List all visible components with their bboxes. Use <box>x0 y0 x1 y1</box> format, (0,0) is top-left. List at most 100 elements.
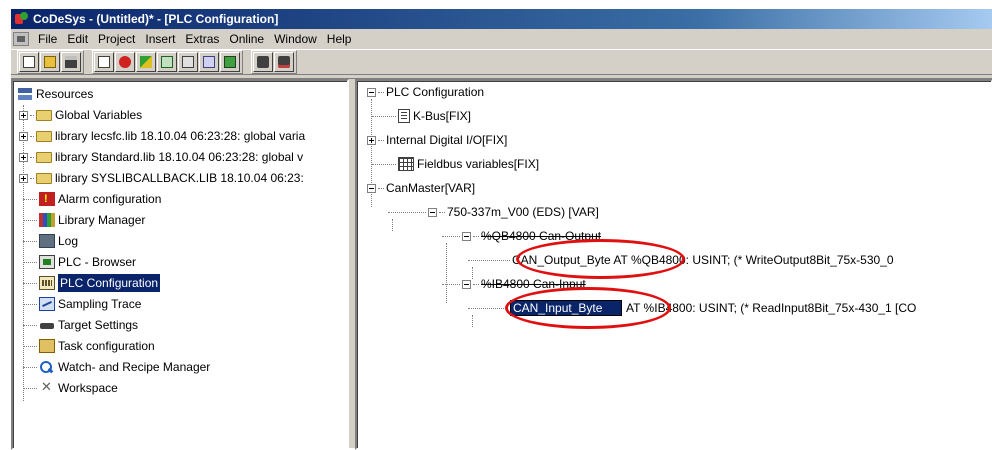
toolbar <box>11 49 992 75</box>
login-button[interactable] <box>136 52 156 72</box>
menu-file[interactable]: File <box>33 29 62 49</box>
open-button[interactable] <box>40 52 60 72</box>
logout-button[interactable] <box>157 52 177 72</box>
log-icon <box>39 234 55 248</box>
tree-item-library-syslibcallback[interactable]: library SYSLIBCALLBACK.LIB 18.10.04 06:2… <box>19 169 304 187</box>
tree-item-alarm-configuration[interactable]: Alarm configuration <box>23 190 161 208</box>
browser-icon <box>39 255 55 269</box>
plc-config-fieldbus-variables[interactable]: Fieldbus variables[FIX] <box>372 155 539 173</box>
find-button[interactable] <box>253 52 273 72</box>
tree-item-label: CanMaster[VAR] <box>386 181 476 195</box>
resources-pane[interactable]: Resources Global Variables library lecsf… <box>11 79 349 450</box>
expand-icon[interactable] <box>19 110 28 120</box>
menu-bar: File Edit Project Insert Extras Online W… <box>11 29 992 49</box>
tree-item-library-manager[interactable]: Library Manager <box>23 211 145 229</box>
plc-config-internal-io[interactable]: Internal Digital I/O[FIX] <box>367 131 507 149</box>
watch-icon <box>39 360 55 374</box>
search-toolbar-group <box>251 50 297 74</box>
plc-config-kbus[interactable]: K-Bus[FIX] <box>372 107 471 125</box>
new-button[interactable] <box>19 52 39 72</box>
menu-extras[interactable]: Extras <box>180 29 224 49</box>
tree-item-label: K-Bus[FIX] <box>413 109 472 123</box>
tree-item-library-standard[interactable]: library Standard.lib 18.10.04 06:23:28: … <box>19 148 303 166</box>
expand-icon[interactable] <box>19 131 28 141</box>
tree-item-label: library Standard.lib 18.10.04 06:23:28: … <box>55 150 304 164</box>
build-button[interactable] <box>94 52 114 72</box>
tree-item-global-variables[interactable]: Global Variables <box>19 106 142 124</box>
grid-icon <box>398 157 414 171</box>
collapse-icon[interactable] <box>367 87 376 97</box>
logout-icon <box>161 56 173 68</box>
collapse-icon[interactable] <box>367 183 376 193</box>
find-icon <box>257 56 269 68</box>
tree-item-plc-browser[interactable]: PLC - Browser <box>23 253 136 271</box>
codesys-app-icon <box>15 12 29 26</box>
collapse-icon[interactable] <box>462 279 471 289</box>
tree-item-workspace[interactable]: Workspace <box>23 378 118 397</box>
tree-item-task-configuration[interactable]: Task configuration <box>23 337 155 355</box>
folder-icon <box>36 130 52 142</box>
menu-project[interactable]: Project <box>93 29 140 49</box>
tree-item-label: Workspace <box>58 381 118 395</box>
new-icon <box>23 56 35 68</box>
tree-item-label: 750-337m_V00 (EDS) [VAR] <box>447 205 599 219</box>
plc-configuration-pane[interactable]: PLC Configuration K-Bus[FIX] Internal Di… <box>355 79 992 450</box>
tree-item-label: Watch- and Recipe Manager <box>58 360 211 374</box>
tree-item-log[interactable]: Log <box>23 232 78 250</box>
tree-item-plc-configuration[interactable]: PLC Configuration <box>23 274 161 292</box>
plc-config-root[interactable]: PLC Configuration <box>367 83 484 101</box>
tree-item-label: Target Settings <box>58 318 139 332</box>
save-button[interactable] <box>61 52 81 72</box>
tree-item-label: %IB4800 Can-Input <box>481 277 586 291</box>
tree-item-label: PLC - Browser <box>58 255 137 269</box>
tree-item-label-selected: PLC Configuration <box>58 274 161 292</box>
breakpoint-button[interactable] <box>220 52 240 72</box>
collapse-icon[interactable] <box>462 231 471 241</box>
library-icon <box>39 213 55 227</box>
workspace-area: Resources Global Variables library lecsf… <box>11 78 992 450</box>
plc-config-can-output-byte[interactable]: CAN_Output_Byte AT %QB4800: USINT; (* Wr… <box>468 251 894 269</box>
card-icon <box>398 109 410 123</box>
resources-root-label: Resources <box>36 87 94 101</box>
alarm-icon <box>39 190 55 208</box>
expand-icon[interactable] <box>19 173 28 183</box>
menu-help[interactable]: Help <box>322 29 357 49</box>
plc-config-icon <box>39 276 55 290</box>
resources-icon <box>17 87 33 101</box>
plc-config-can-output-group[interactable]: %QB4800 Can-Output <box>442 227 601 245</box>
plc-config-can-input-byte[interactable]: AT %IB4800: USINT; (* ReadInput8Bit_75x-… <box>468 299 916 317</box>
expand-icon[interactable] <box>367 135 376 145</box>
resources-root[interactable]: Resources <box>17 85 93 103</box>
menu-edit[interactable]: Edit <box>62 29 93 49</box>
replace-button[interactable] <box>274 52 294 72</box>
open-icon <box>44 56 56 68</box>
target-icon <box>39 318 55 332</box>
step-button[interactable] <box>199 52 219 72</box>
tree-item-label: Global Variables <box>55 108 143 122</box>
folder-icon <box>36 109 52 121</box>
menu-window[interactable]: Window <box>269 29 322 49</box>
collapse-icon[interactable] <box>428 207 437 217</box>
tree-item-watch-recipe-manager[interactable]: Watch- and Recipe Manager <box>23 358 210 376</box>
step-icon <box>203 56 215 68</box>
run-button[interactable] <box>178 52 198 72</box>
tree-item-label: library lecsfc.lib 18.10.04 06:23:28: gl… <box>55 129 306 143</box>
document-control-icon[interactable] <box>13 32 29 46</box>
menu-insert[interactable]: Insert <box>140 29 180 49</box>
stop-icon <box>119 56 131 68</box>
plc-config-module-750-337[interactable]: 750-337m_V00 (EDS) [VAR] <box>388 203 599 221</box>
menu-online[interactable]: Online <box>224 29 269 49</box>
tree-item-label: PLC Configuration <box>386 85 485 99</box>
tree-item-library-lecsfc[interactable]: library lecsfc.lib 18.10.04 06:23:28: gl… <box>19 127 305 145</box>
file-toolbar-group <box>17 50 84 74</box>
plc-config-canmaster[interactable]: CanMaster[VAR] <box>367 179 475 197</box>
variable-name-edit-field[interactable] <box>510 300 622 316</box>
tree-item-target-settings[interactable]: Target Settings <box>23 316 138 334</box>
folder-icon <box>36 172 52 184</box>
stop-button[interactable] <box>115 52 135 72</box>
tree-item-sampling-trace[interactable]: Sampling Trace <box>23 295 141 313</box>
plc-config-can-input-group[interactable]: %IB4800 Can-Input <box>442 275 586 293</box>
window-title: CoDeSys - (Untitled)* - [PLC Configurati… <box>33 12 279 26</box>
tree-item-label: library SYSLIBCALLBACK.LIB 18.10.04 06:2… <box>55 171 304 185</box>
expand-icon[interactable] <box>19 152 28 162</box>
